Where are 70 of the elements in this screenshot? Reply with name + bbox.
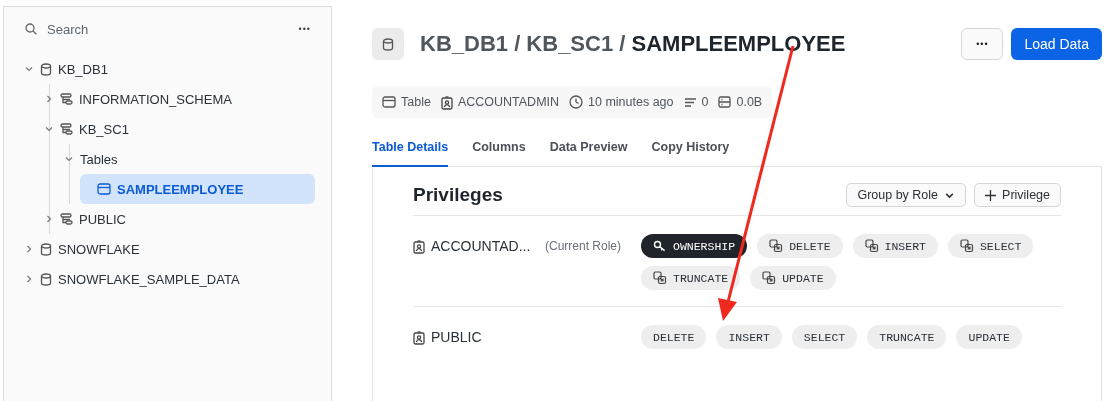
table-title: SAMPLEEMPLOYEE: [631, 31, 846, 57]
add-privilege-button[interactable]: Privilege: [974, 183, 1061, 207]
schema-icon: [60, 213, 73, 225]
tree-item[interactable]: INFORMATION_SCHEMA: [40, 84, 315, 114]
chevron-down-icon[interactable]: [64, 154, 74, 164]
privilege-chip: DELETE: [641, 325, 707, 349]
info-text: Table: [401, 95, 431, 109]
tree-item[interactable]: SNOWFLAKE: [20, 234, 315, 264]
badge-icon: [413, 240, 425, 254]
privilege-chip: UPDATE: [956, 325, 1022, 349]
badge-icon: [413, 331, 425, 345]
plus-icon: [985, 189, 997, 201]
storage-icon: [718, 96, 732, 108]
database-icon: [40, 272, 52, 286]
privilege-chip: UPDATE: [750, 266, 836, 290]
table-icon: [382, 96, 396, 108]
database-icon: [40, 62, 52, 76]
chevron-right-icon[interactable]: [44, 94, 54, 104]
section-title: Privileges: [413, 184, 503, 206]
grant-icon: [864, 239, 879, 253]
privilege-chip: SELECT: [791, 325, 858, 349]
chevron-down-icon[interactable]: [44, 124, 54, 134]
database-icon: [382, 37, 394, 51]
grant-icon: [959, 239, 974, 253]
privilege-chip: SELECT: [947, 234, 1034, 258]
tab[interactable]: Table Details: [372, 140, 449, 167]
privilege-chip: TRUNCATE: [641, 266, 741, 290]
search-icon: [25, 23, 37, 35]
load-data-button[interactable]: Load Data: [1011, 28, 1102, 60]
more-button[interactable]: •••: [294, 22, 315, 36]
tree-item[interactable]: SNOWFLAKE_SAMPLE_DATA: [20, 264, 315, 294]
schema-icon: [60, 123, 73, 135]
tree-item[interactable]: KB_DB1: [20, 54, 315, 84]
lines-icon: [683, 96, 697, 108]
database-icon: [40, 242, 52, 256]
schema-icon: [60, 93, 73, 105]
tab[interactable]: Columns: [472, 140, 526, 167]
chevron-down-icon[interactable]: [24, 64, 34, 74]
tree-item[interactable]: Tables: [60, 144, 315, 174]
grant-icon: [653, 271, 667, 285]
info-text: 0.0B: [736, 95, 763, 109]
privilege-chip: TRUNCATE: [867, 325, 947, 349]
badge-icon: [440, 96, 453, 110]
info-text: 0: [701, 95, 709, 109]
clock-icon: [569, 95, 584, 109]
grant-icon: [762, 271, 777, 285]
info-text: ACCOUNTADMIN: [457, 95, 560, 109]
table-icon: [97, 183, 111, 195]
tree-item[interactable]: KB_SC1: [40, 114, 315, 144]
tab[interactable]: Data Preview: [549, 140, 628, 167]
tree-item[interactable]: SAMPLEEMPLOYEE: [80, 174, 315, 204]
privilege-chip: DELETE: [757, 234, 843, 258]
privilege-chip: INSERT: [716, 325, 782, 349]
key-icon: [653, 240, 667, 252]
chevron-right-icon[interactable]: [44, 214, 54, 224]
role-name: ACCOUNTAD...: [431, 238, 532, 254]
privilege-chip: OWNERSHIP: [641, 234, 748, 258]
tree-item[interactable]: PUBLIC: [40, 204, 315, 234]
search-field[interactable]: Search: [45, 20, 225, 38]
grant-icon: [769, 239, 784, 253]
tab[interactable]: Copy History: [651, 140, 730, 167]
info-text: 10 minutes ago: [588, 95, 674, 109]
chevron-right-icon[interactable]: [24, 244, 34, 254]
chevron-right-icon[interactable]: [24, 274, 34, 284]
breadcrumb-path: KB_DB1 / KB_SC1 /: [420, 31, 627, 57]
role-note: (Current Role): [545, 238, 622, 253]
role-name: PUBLIC: [431, 329, 483, 345]
group-by-dropdown[interactable]: Group by Role: [846, 183, 967, 207]
privilege-chip: INSERT: [852, 234, 938, 258]
more-button[interactable]: •••: [961, 28, 1004, 60]
